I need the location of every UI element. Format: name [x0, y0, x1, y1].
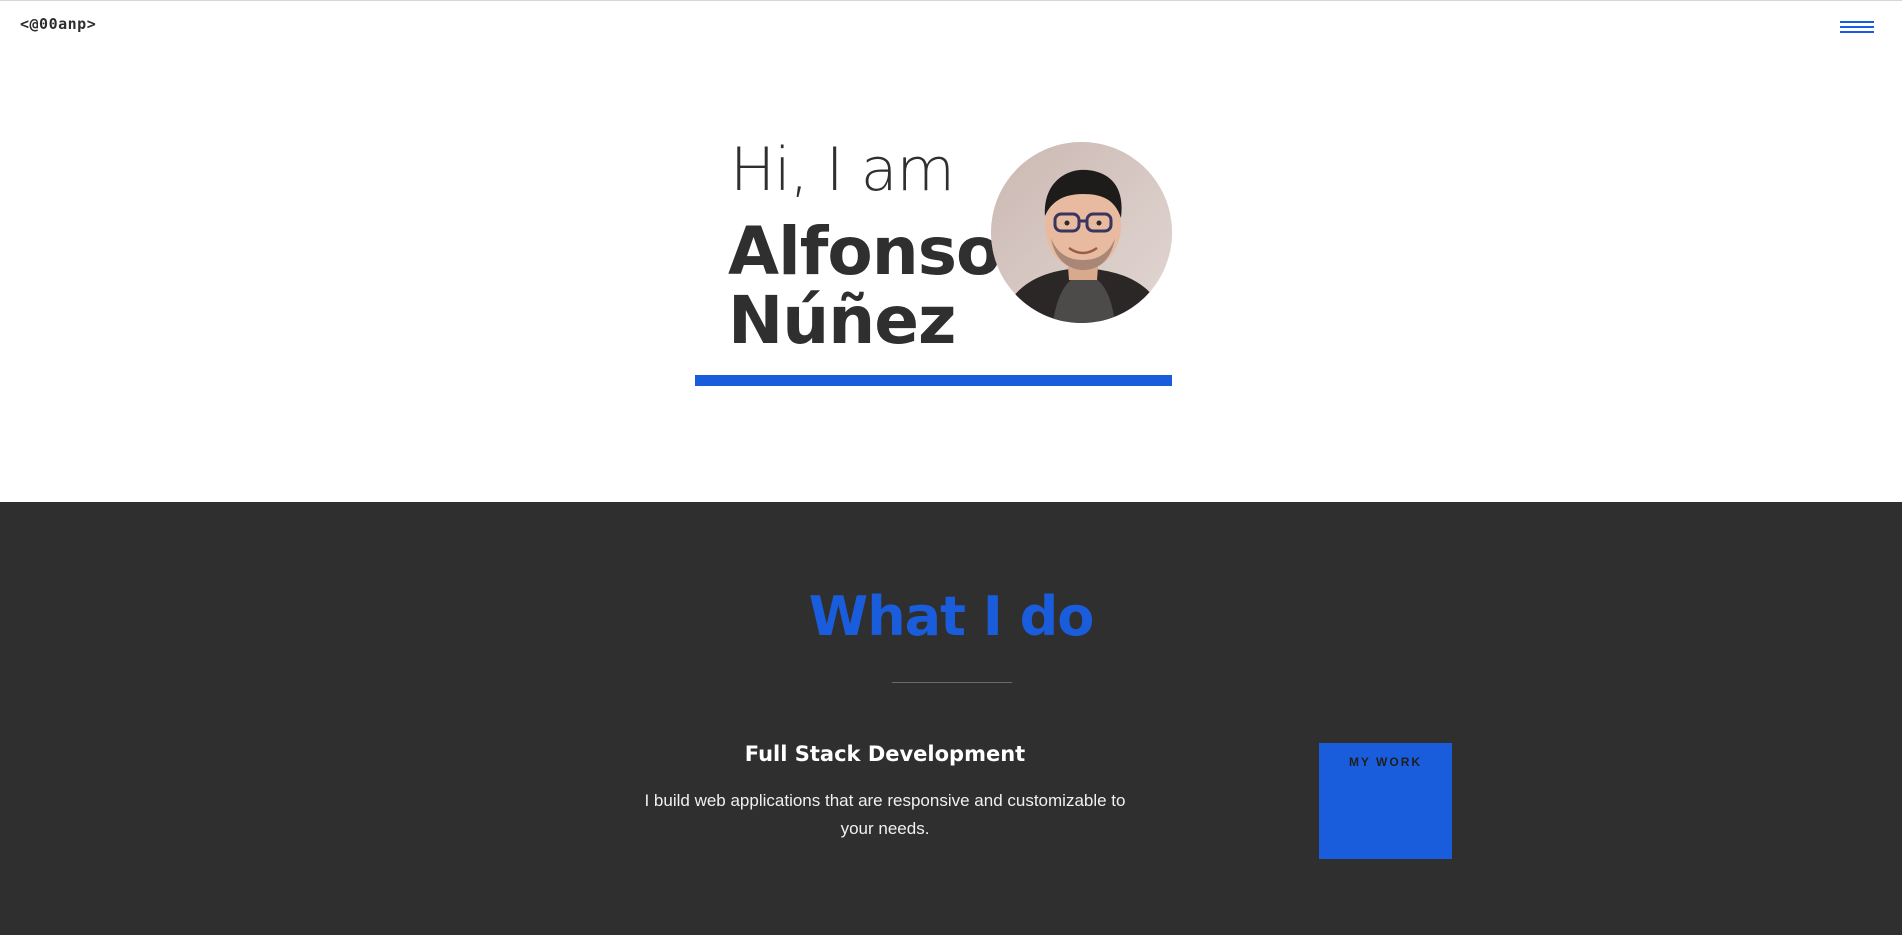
menu-bar-line: [1840, 26, 1874, 28]
profile-photo-illustration: [991, 142, 1172, 323]
my-work-button-label: MY WORK: [1348, 755, 1423, 769]
hero-section: Hi, I am Alfonso Núñez: [0, 60, 1902, 502]
menu-bar-line: [1840, 31, 1874, 33]
menu-bar-line: [1840, 21, 1874, 23]
site-logo[interactable]: <@00anp>: [20, 15, 96, 33]
my-work-button[interactable]: MY WORK: [1319, 743, 1452, 859]
section-divider: [892, 682, 1012, 683]
hero-greeting: Hi, I am: [730, 135, 955, 205]
top-bar: <@00anp>: [0, 0, 1902, 60]
profile-photo: [991, 142, 1172, 323]
services-title: What I do: [808, 585, 1095, 648]
service-description: I build web applications that are respon…: [644, 791, 1126, 838]
services-section: What I do Full Stack Development I build…: [0, 502, 1902, 935]
hamburger-menu-icon[interactable]: [1838, 21, 1878, 41]
hero-last-name: Núñez: [728, 282, 956, 359]
hero-accent-underline: [695, 375, 1172, 386]
service-title: Full Stack Development: [744, 742, 1026, 766]
hero-first-name: Alfonso: [728, 213, 1001, 290]
